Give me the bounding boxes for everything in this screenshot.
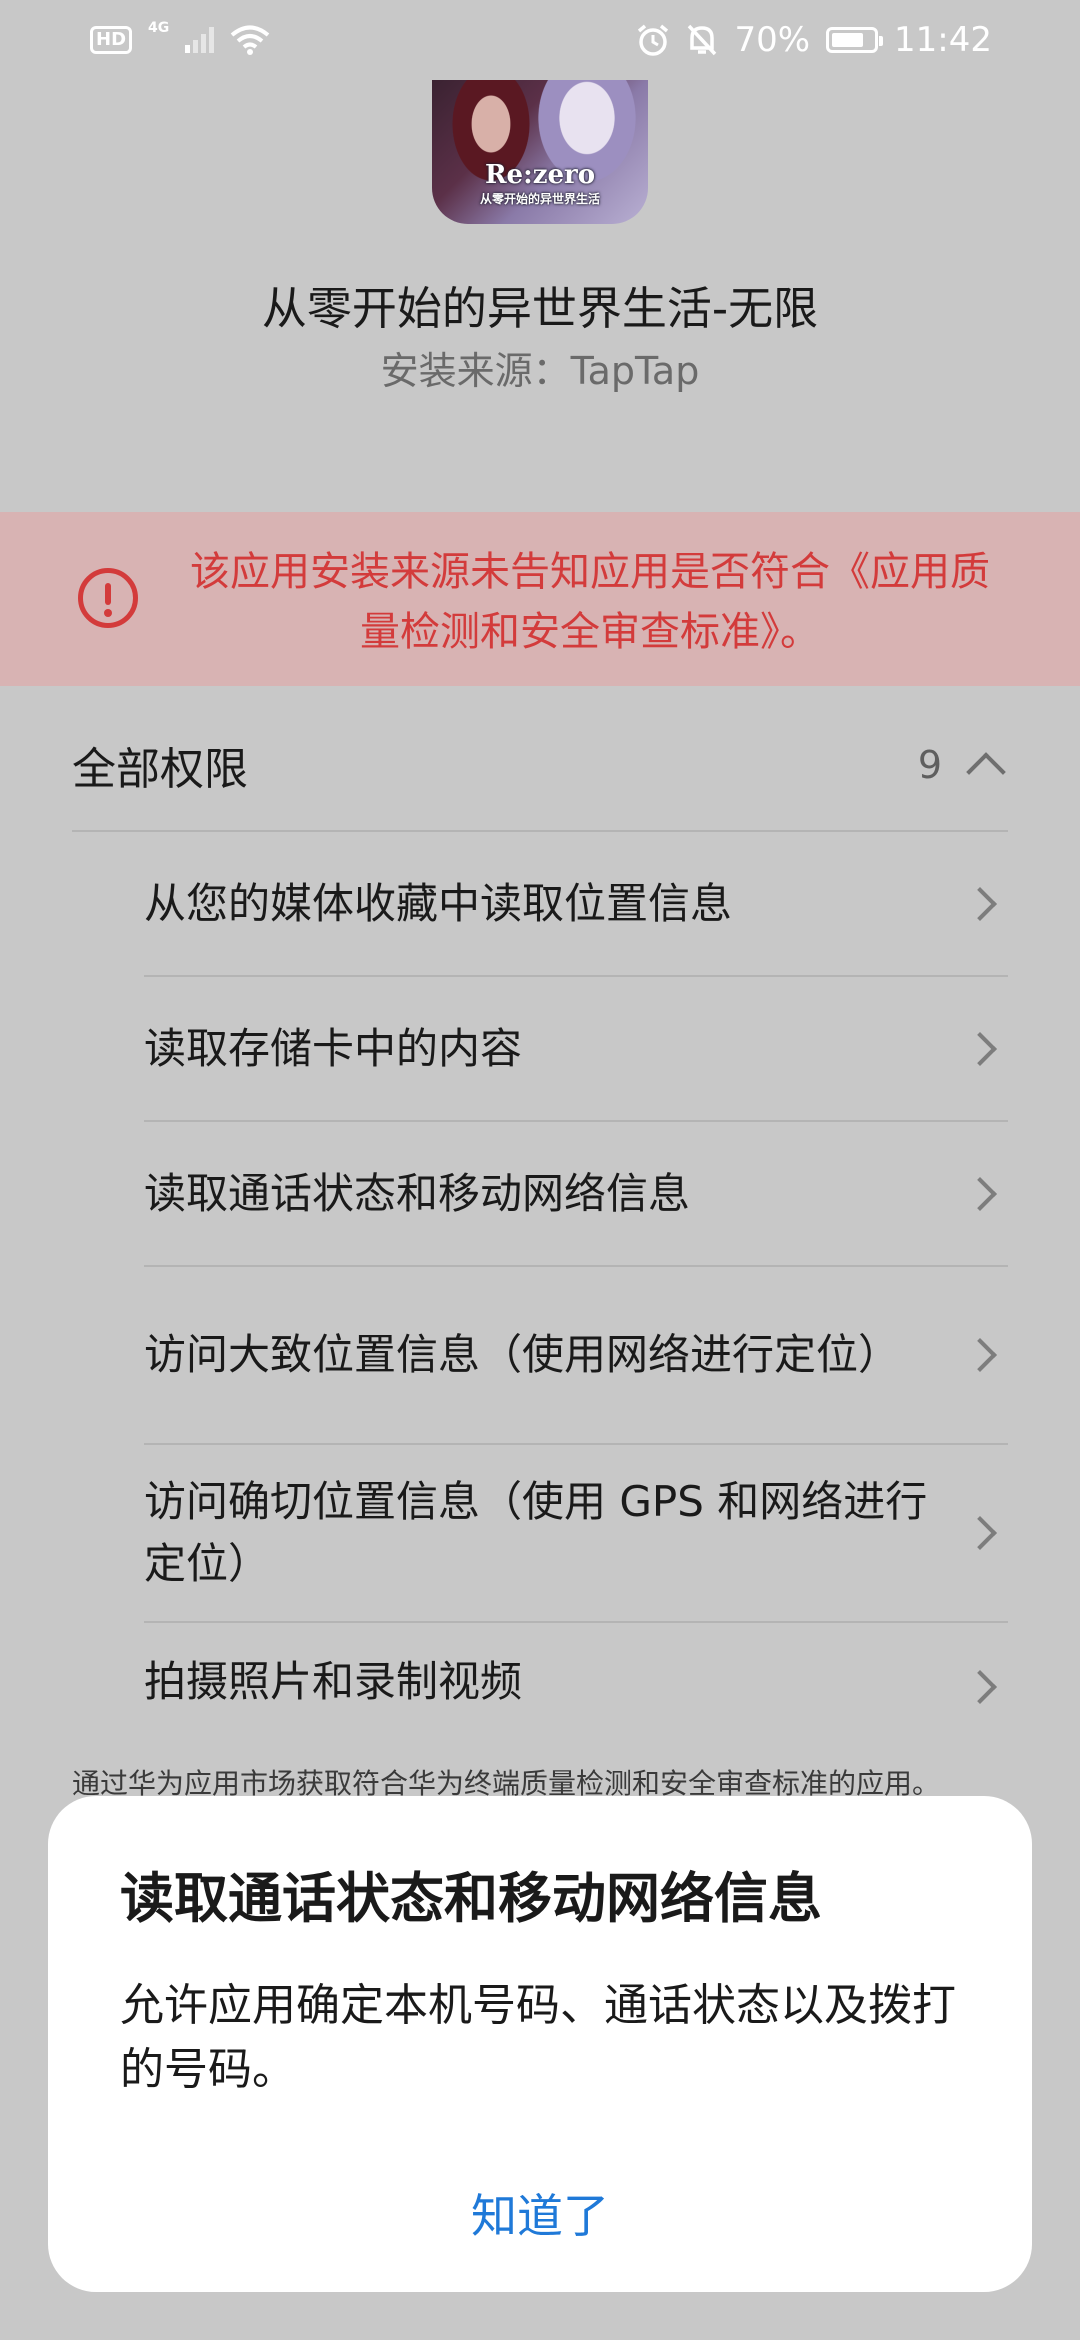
permission-item[interactable]: 读取存储卡中的内容 bbox=[144, 977, 1008, 1122]
wifi-icon bbox=[230, 25, 270, 55]
chevron-up-icon[interactable] bbox=[966, 752, 1006, 792]
dialog-title: 读取通话状态和移动网络信息 bbox=[120, 1867, 822, 1930]
warning-banner: 该应用安装来源未告知应用是否符合《应用质量检测和安全审查标准》。 bbox=[0, 512, 1080, 686]
battery-percent: 70% bbox=[734, 20, 811, 60]
permission-item[interactable]: 拍摄照片和录制视频 bbox=[144, 1623, 1008, 1743]
chevron-right-icon bbox=[963, 886, 997, 921]
permissions-header[interactable]: 全部权限 9 bbox=[72, 700, 1008, 832]
hd-icon: HD bbox=[90, 26, 133, 54]
permission-dialog: 读取通话状态和移动网络信息 允许应用确定本机号码、通话状态以及拨打的号码。 知道… bbox=[48, 1796, 1032, 2292]
permissions-title: 全部权限 bbox=[72, 744, 248, 795]
permission-item[interactable]: 从您的媒体收藏中读取位置信息 bbox=[144, 832, 1008, 977]
permission-label: 读取通话状态和移动网络信息 bbox=[144, 1168, 691, 1218]
install-source: 安装来源：TapTap bbox=[380, 349, 700, 393]
battery-icon bbox=[826, 27, 884, 53]
permissions-list: 从您的媒体收藏中读取位置信息 读取存储卡中的内容 读取通话状态和移动网络信息 访… bbox=[144, 832, 1008, 1743]
signal-icon bbox=[185, 27, 215, 53]
status-right: 70% 11:42 bbox=[636, 20, 992, 60]
permission-label: 拍摄照片和录制视频 bbox=[144, 1657, 523, 1706]
mute-icon bbox=[688, 24, 717, 56]
chevron-right-icon bbox=[963, 1338, 997, 1372]
chevron-right-icon bbox=[963, 1516, 997, 1550]
chevron-right-icon bbox=[963, 1670, 997, 1704]
app-name: 从零开始的异世界生活-无限 bbox=[261, 282, 819, 335]
warning-text: 该应用安装来源未告知应用是否符合《应用质量检测和安全审查标准》。 bbox=[190, 549, 990, 655]
permission-label: 读取存储卡中的内容 bbox=[144, 1023, 523, 1073]
permission-item[interactable]: 访问确切位置信息（使用 GPS 和网络进行定位） bbox=[144, 1445, 1008, 1623]
permission-label: 访问确切位置信息（使用 GPS 和网络进行定位） bbox=[144, 1477, 928, 1588]
clock: 11:42 bbox=[894, 20, 992, 60]
warning-icon bbox=[78, 568, 138, 628]
network-type: 4G bbox=[148, 20, 170, 36]
got-it-button[interactable]: 知道了 bbox=[48, 2176, 1032, 2256]
app-logo: Re:zero 从零开始的异世界生活 bbox=[442, 160, 638, 207]
chevron-right-icon bbox=[963, 1031, 997, 1066]
status-left: HD 4G bbox=[90, 20, 270, 56]
dialog-body: 允许应用确定本机号码、通话状态以及拨打的号码。 bbox=[120, 1980, 956, 2095]
permissions-count: 9 bbox=[917, 743, 942, 787]
status-bar: HD 4G 70% 11:42 bbox=[0, 0, 1080, 80]
chevron-right-icon bbox=[963, 1176, 997, 1211]
permission-item[interactable]: 读取通话状态和移动网络信息 bbox=[144, 1122, 1008, 1267]
app-logo-text: Re:zero bbox=[484, 160, 596, 190]
permission-item[interactable]: 访问大致位置信息（使用网络进行定位） bbox=[144, 1267, 1008, 1445]
alarm-icon bbox=[638, 24, 669, 56]
permissions-count-wrap: 9 bbox=[917, 743, 1008, 792]
app-logo-subtitle: 从零开始的异世界生活 bbox=[479, 192, 600, 206]
permission-label: 访问大致位置信息（使用网络进行定位） bbox=[144, 1330, 901, 1379]
app-icon: Re:zero 从零开始的异世界生活 bbox=[432, 80, 648, 224]
permission-label: 从您的媒体收藏中读取位置信息 bbox=[144, 878, 733, 928]
